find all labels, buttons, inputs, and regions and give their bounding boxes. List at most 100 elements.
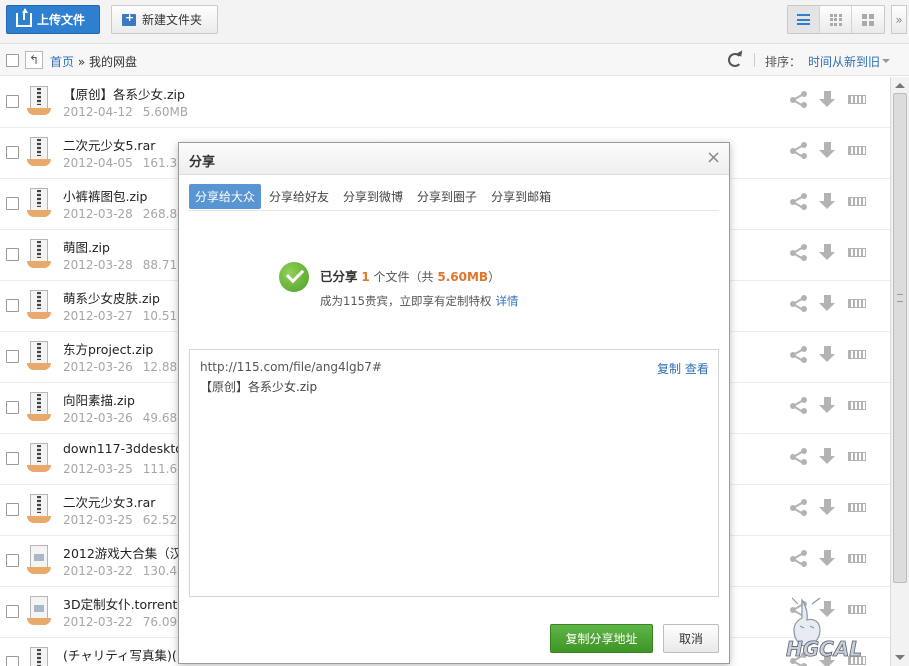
file-date: 2012-04-12 [63,105,133,119]
more-options-icon[interactable] [848,503,866,512]
scroll-down-arrow-icon[interactable] [895,655,905,660]
file-checkbox[interactable] [6,350,19,363]
file-checkbox[interactable] [6,401,19,414]
file-checkbox[interactable] [6,605,19,618]
download-icon[interactable] [819,448,836,465]
file-name[interactable]: 二次元少女3.rar [63,492,155,511]
scroll-up-arrow-icon[interactable] [895,83,905,88]
cancel-button[interactable]: 取消 [663,624,719,653]
file-checkbox[interactable] [6,197,19,210]
file-checkbox[interactable] [6,95,19,108]
more-options-icon[interactable] [848,197,866,206]
share-tab[interactable]: 分享到圈子 [411,184,483,209]
share-tab[interactable]: 分享给好友 [263,184,335,209]
file-name[interactable]: 3D定制女仆.torrent [63,594,177,613]
file-checkbox[interactable] [6,503,19,516]
share-icon[interactable] [790,346,807,363]
view-link[interactable]: 查看 [685,362,709,376]
large-grid-icon [862,13,874,26]
file-checkbox[interactable] [6,146,19,159]
download-icon[interactable] [819,550,836,567]
download-icon[interactable] [819,193,836,210]
more-options-icon[interactable] [848,95,866,104]
file-name[interactable]: 向阳素描.zip [63,390,135,409]
file-checkbox[interactable] [6,299,19,312]
refresh-icon[interactable] [728,53,742,67]
download-icon[interactable] [819,142,836,159]
scroll-thumb[interactable] [893,93,907,583]
new-folder-button[interactable]: 新建文件夹 [111,5,218,34]
more-options-icon[interactable] [848,605,866,614]
file-name[interactable]: 【原创】各系少女.zip [63,84,185,103]
vip-text: 成为115贵宾，立即享有定制特权 [320,294,492,308]
share-icon[interactable] [790,91,807,108]
more-options-icon[interactable] [848,656,866,665]
view-mode-group [787,5,885,34]
scrollbar[interactable] [890,77,909,666]
upload-file-label: 上传文件 [37,13,86,27]
close-icon[interactable]: × [706,149,721,167]
share-icon[interactable] [790,448,807,465]
file-name[interactable]: 二次元少女5.rar [63,135,155,154]
file-checkbox[interactable] [6,452,19,465]
file-actions [790,346,866,363]
share-tab[interactable]: 分享到微博 [337,184,409,209]
file-name[interactable]: down117-3ddesktop [63,441,191,456]
download-icon[interactable] [819,499,836,516]
large-grid-view-button[interactable] [852,6,884,33]
small-grid-view-button[interactable] [820,6,852,33]
download-icon[interactable] [819,397,836,414]
small-grid-icon [829,13,842,26]
file-name[interactable]: 2012游戏大合集（汉化 [63,543,195,562]
list-view-button[interactable] [788,6,820,33]
more-options-icon[interactable] [848,401,866,410]
file-checkbox[interactable] [6,554,19,567]
download-icon[interactable] [819,295,836,312]
breadcrumb-home-link[interactable]: 首页 [50,55,74,69]
file-checkbox[interactable] [6,656,19,666]
download-icon[interactable] [819,244,836,261]
file-row[interactable]: 【原创】各系少女.zip 2012-04-12 5.60MB [0,77,890,128]
more-options-icon[interactable] [848,350,866,359]
download-icon[interactable] [819,652,836,666]
file-size: 5.60MB [142,105,189,119]
share-icon[interactable] [790,652,807,666]
download-icon[interactable] [819,91,836,108]
back-button[interactable]: ↰ [25,51,43,69]
download-icon[interactable] [819,346,836,363]
share-tab[interactable]: 分享给大众 [189,184,262,209]
more-options-icon[interactable] [848,146,866,155]
file-actions [790,397,866,414]
more-options-icon[interactable] [848,554,866,563]
file-name[interactable]: 萌系少女皮肤.zip [63,288,160,307]
caret-down-icon[interactable] [882,59,890,63]
share-link-box[interactable]: http://115.com/file/ang4lgb7# 【原创】各系少女.z… [189,349,719,597]
share-tab[interactable]: 分享到邮箱 [485,184,557,209]
file-name[interactable]: (チャリティ写真集)(コ [63,645,189,664]
share-icon[interactable] [790,193,807,210]
expand-panel-button[interactable]: » [891,5,907,34]
share-icon[interactable] [790,142,807,159]
more-options-icon[interactable] [848,452,866,461]
more-options-icon[interactable] [848,299,866,308]
share-icon[interactable] [790,499,807,516]
share-link-url[interactable]: http://115.com/file/ang4lgb7# [200,360,382,374]
file-name[interactable]: 小裤裤图包.zip [63,186,147,205]
file-name[interactable]: 东方project.zip [63,339,153,358]
share-icon[interactable] [790,397,807,414]
more-options-icon[interactable] [848,248,866,257]
download-icon[interactable] [819,601,836,618]
share-icon[interactable] [790,244,807,261]
top-toolbar: 上传文件 新建文件夹 » [0,0,909,44]
select-all-checkbox[interactable] [6,54,19,67]
copy-link[interactable]: 复制 [657,362,681,376]
copy-share-url-button[interactable]: 复制分享地址 [550,624,653,653]
vip-details-link[interactable]: 详情 [495,294,518,308]
upload-file-button[interactable]: 上传文件 [6,5,100,34]
share-icon[interactable] [790,295,807,312]
file-checkbox[interactable] [6,248,19,261]
share-icon[interactable] [790,550,807,567]
sort-dropdown[interactable]: 时间从新到旧 [808,53,880,70]
share-icon[interactable] [790,601,807,618]
file-name[interactable]: 萌图.zip [63,237,110,256]
